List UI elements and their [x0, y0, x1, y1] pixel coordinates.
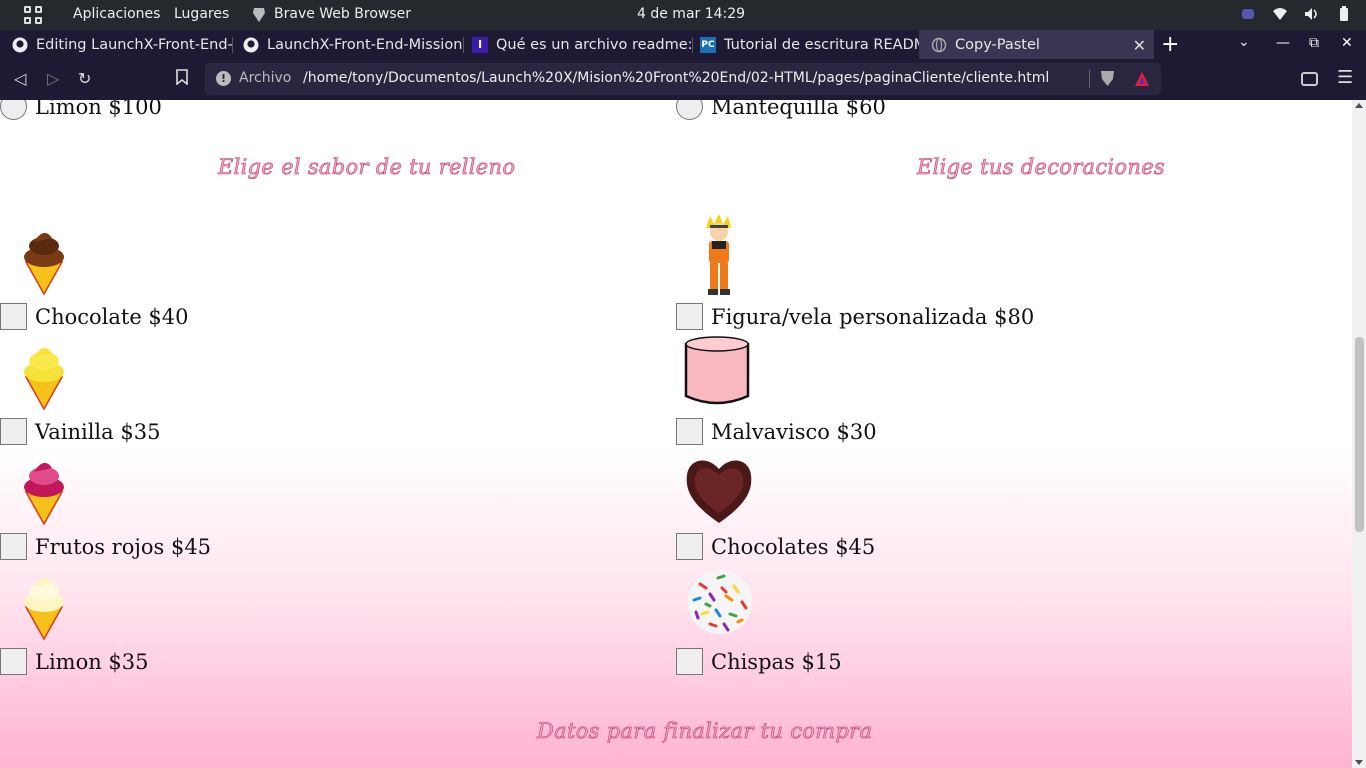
- new-tab-button[interactable]: +: [1161, 32, 1179, 57]
- option-label: Chispas $15: [711, 649, 842, 674]
- github-icon: [243, 37, 259, 53]
- option-label: Figura/vela personalizada $80: [711, 304, 1035, 329]
- page-scrollbar[interactable]: [1352, 100, 1366, 768]
- decorations-heading: Elige tus decoraciones: [917, 155, 1166, 180]
- info-icon[interactable]: !: [216, 71, 231, 86]
- bookmark-icon[interactable]: [176, 69, 188, 89]
- applications-menu[interactable]: Aplicaciones: [73, 6, 160, 22]
- minimize-icon[interactable]: —: [1276, 35, 1290, 51]
- reload-icon[interactable]: ↻: [78, 69, 91, 88]
- scheme-label: Archivo: [239, 70, 292, 86]
- active-app-name[interactable]: Brave Web Browser: [274, 6, 411, 22]
- tab-label: Tutorial de escritura README: [724, 36, 921, 53]
- vanilla-icecream-image: [24, 347, 64, 411]
- filling-heading: Elige el sabor de tu relleno: [218, 155, 516, 180]
- forward-icon[interactable]: ▷: [47, 69, 59, 88]
- restore-icon[interactable]: ⧉: [1309, 35, 1319, 51]
- decoration-figura-vela[interactable]: Figura/vela personalizada $80: [676, 303, 1034, 330]
- marshmallow-image: [684, 336, 750, 405]
- brave-shields-icon[interactable]: [1100, 70, 1115, 87]
- checkbox[interactable]: [676, 533, 703, 560]
- wifi-icon[interactable]: [1272, 6, 1288, 22]
- option-label: Malvavisco $30: [711, 419, 877, 444]
- github-icon: [12, 37, 28, 53]
- checkbox[interactable]: [0, 418, 27, 445]
- filling-chocolate[interactable]: Chocolate $40: [0, 303, 189, 330]
- option-label: Mantequilla $60: [711, 100, 886, 119]
- volume-icon[interactable]: [1304, 6, 1320, 22]
- checkbox[interactable]: [676, 648, 703, 675]
- decoration-chocolates[interactable]: Chocolates $45: [676, 533, 875, 560]
- hamburger-menu-icon[interactable]: ☰: [1337, 67, 1353, 88]
- filling-limon[interactable]: Limon $35: [0, 648, 149, 675]
- address-bar[interactable]: ! Archivo /home/tony/Documentos/Launch%2…: [205, 63, 1161, 95]
- checkbox[interactable]: [676, 303, 703, 330]
- brave-lion-icon: [253, 8, 265, 22]
- close-window-icon[interactable]: ✕: [1341, 35, 1353, 51]
- tab-label: Qué es un archivo readme: e: [496, 36, 693, 53]
- filling-vainilla[interactable]: Vainilla $35: [0, 418, 160, 445]
- sprinkles-image: [688, 570, 752, 634]
- option-label: Limon $100: [35, 100, 162, 119]
- checkbox[interactable]: [0, 648, 27, 675]
- scroll-down-icon[interactable]: [1355, 760, 1363, 765]
- radio-button[interactable]: [676, 100, 703, 120]
- system-top-bar: Aplicaciones Lugares Brave Web Browser 4…: [0, 0, 1366, 30]
- wallet-icon[interactable]: [1301, 72, 1318, 86]
- option-label: Chocolate $40: [35, 304, 189, 329]
- option-label: Limon $35: [35, 649, 149, 674]
- tab-editing-launchx[interactable]: Editing LaunchX-Front-End-: [0, 30, 233, 59]
- site-favicon-pc: PC: [700, 36, 716, 53]
- system-tray: [1240, 6, 1352, 22]
- lemon-icecream-image: [24, 577, 64, 641]
- apps-grid-icon[interactable]: [24, 6, 42, 24]
- tab-launchx-repo[interactable]: LaunchX-Front-End-Mission: [231, 30, 464, 59]
- url-text[interactable]: /home/tony/Documentos/Launch%20X/Mision%…: [303, 70, 1049, 86]
- places-menu[interactable]: Lugares: [174, 6, 229, 22]
- scrollbar-thumb[interactable]: [1355, 337, 1364, 532]
- option-label: Chocolates $45: [711, 534, 876, 559]
- tab-readme-info[interactable]: I Qué es un archivo readme: e: [460, 30, 693, 59]
- checkbox[interactable]: [0, 303, 27, 330]
- option-limon-100[interactable]: Limon $100: [0, 100, 162, 120]
- radio-button[interactable]: [0, 100, 27, 120]
- decoration-chispas[interactable]: Chispas $15: [676, 648, 842, 675]
- checkbox[interactable]: [676, 418, 703, 445]
- tab-copy-pastel[interactable]: Copy-Pastel ✕: [919, 30, 1154, 59]
- checkbox[interactable]: [0, 533, 27, 560]
- page-content: Limon $100 Mantequilla $60 Elige el sabo…: [0, 100, 1352, 768]
- heart-chocolate-image: [686, 460, 752, 523]
- globe-icon: [931, 37, 947, 53]
- tab-label: Editing LaunchX-Front-End-: [36, 36, 233, 53]
- option-label: Frutos rojos $45: [35, 534, 212, 559]
- tab-readme-tutorial[interactable]: PC Tutorial de escritura README: [688, 30, 921, 59]
- browser-toolbar: ◁ ▷ ↻ ! Archivo /home/tony/Documentos/La…: [0, 59, 1366, 100]
- option-label: Vainilla $35: [35, 419, 161, 444]
- back-icon[interactable]: ◁: [14, 69, 26, 88]
- scroll-up-icon[interactable]: [1355, 103, 1363, 108]
- brave-rewards-icon[interactable]: [1134, 71, 1150, 87]
- site-favicon-i: I: [472, 36, 488, 53]
- clock[interactable]: 4 de mar 14:29: [637, 6, 745, 22]
- teams-icon[interactable]: [1240, 6, 1256, 22]
- chocolate-icecream-image: [24, 232, 64, 296]
- decoration-malvavisco[interactable]: Malvavisco $30: [676, 418, 877, 445]
- tab-label: Copy-Pastel: [955, 36, 1040, 53]
- close-tab-icon[interactable]: ✕: [1133, 36, 1146, 55]
- filling-frutos-rojos[interactable]: Frutos rojos $45: [0, 533, 211, 560]
- naruto-figure-image: [706, 214, 731, 295]
- tab-label: LaunchX-Front-End-Mission: [267, 36, 463, 53]
- option-mantequilla[interactable]: Mantequilla $60: [676, 100, 886, 120]
- battery-icon[interactable]: [1336, 6, 1352, 22]
- tab-strip: Editing LaunchX-Front-End- LaunchX-Front…: [0, 30, 1366, 59]
- berries-icecream-image: [24, 462, 64, 526]
- checkout-heading: Datos para finalizar tu compra: [537, 719, 873, 744]
- chevron-down-icon[interactable]: ⌄: [1238, 34, 1250, 50]
